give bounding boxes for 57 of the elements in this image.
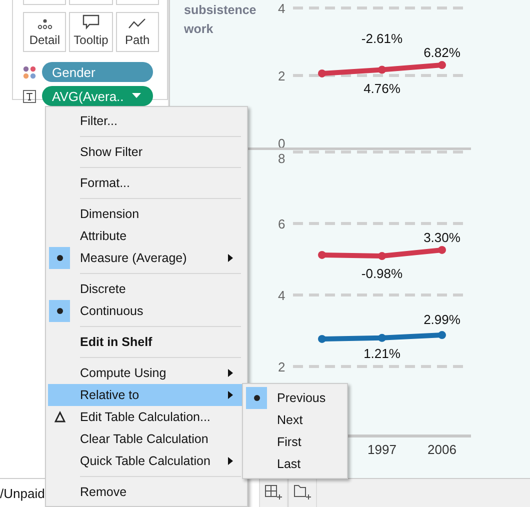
data-label: 1.21% [364, 346, 400, 361]
data-point [378, 66, 386, 74]
zigzag-line-icon [128, 18, 146, 30]
menu-item[interactable]: Show Filter [48, 141, 245, 163]
data-label: 3.30% [424, 230, 460, 245]
menu-item[interactable]: Previous [245, 387, 345, 409]
menu-item[interactable]: Discrete [48, 278, 245, 300]
delta-icon [54, 411, 66, 423]
menu-item[interactable]: Edit Table Calculation... [48, 406, 245, 428]
marks-button[interactable]: Detail [23, 12, 66, 52]
menu-item[interactable]: Attribute [48, 225, 245, 247]
row-header: subsistence work [184, 2, 254, 38]
menu-item[interactable]: Continuous [48, 300, 245, 322]
new-dashboard-icon[interactable] [258, 479, 288, 507]
data-point [438, 331, 446, 340]
data-point [438, 61, 446, 70]
dots-icon [36, 18, 53, 30]
menu-item[interactable]: Edit in Shelf [48, 331, 245, 353]
axis-tick-label: 4 [278, 1, 286, 16]
menu-item[interactable]: Relative to [48, 384, 245, 406]
data-point [378, 252, 386, 260]
data-label: -0.98% [361, 266, 403, 281]
data-point [318, 250, 326, 259]
data-label: -2.61% [361, 31, 403, 46]
data-label: 2.99% [424, 312, 460, 327]
menu-item[interactable]: Dimension [48, 203, 245, 225]
axis-tick-label: 6 [278, 216, 286, 232]
menu-item[interactable]: Clear Table Calculation [48, 428, 245, 450]
data-point [318, 69, 326, 78]
data-point [318, 334, 326, 343]
menu-item[interactable]: Compute Using [48, 362, 245, 384]
speech-bubble-icon [82, 14, 100, 30]
marks-button[interactable]: Path [116, 12, 159, 52]
axis-tick-label: 2 [278, 360, 286, 374]
menu-item[interactable]: Quick Table Calculation [48, 450, 245, 472]
menu-item[interactable]: Format... [48, 172, 245, 194]
axis-tick-label: 1997 [368, 442, 396, 457]
color-dots-icon [23, 66, 36, 78]
data-point [438, 246, 446, 254]
menu-item[interactable]: First [245, 431, 345, 453]
menu-item[interactable]: Last [245, 453, 345, 475]
axis-tick-label: 4 [278, 288, 286, 303]
menu-item[interactable]: Measure (Average) [48, 247, 245, 269]
text-icon [23, 90, 36, 102]
axis-tick-label: 2 [278, 68, 286, 84]
data-label: 6.82% [424, 45, 460, 60]
data-point [378, 334, 386, 342]
axis-tick-label: 2006 [428, 442, 456, 457]
data-label: 4.76% [364, 81, 400, 96]
sheet-tab[interactable]: /Unpaid [0, 486, 49, 500]
menu-item[interactable]: Next [245, 409, 345, 431]
menu-item[interactable]: Remove [48, 481, 245, 503]
marks-button[interactable]: Tooltip [69, 12, 113, 52]
field-pill[interactable]: AVG(Avera.. [42, 86, 153, 106]
new-story-icon[interactable] [288, 479, 317, 507]
axis-tick-label: 8 [278, 151, 286, 166]
menu-item[interactable]: Filter... [48, 110, 245, 132]
